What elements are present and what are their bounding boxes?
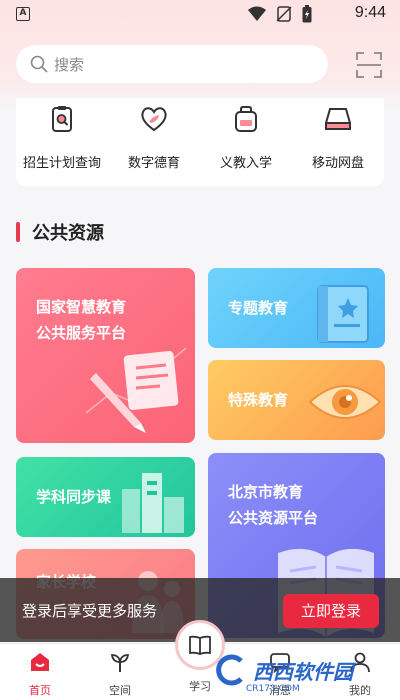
status-bar: A 9:44 bbox=[0, 0, 400, 28]
wifi-icon bbox=[248, 6, 266, 21]
quick-link-digital-moral[interactable]: 数字德育 bbox=[108, 104, 200, 171]
hard-drive-icon bbox=[325, 108, 351, 130]
tab-space[interactable]: 空间 bbox=[90, 650, 150, 698]
heart-leaf-icon bbox=[141, 107, 167, 132]
section-accent-bar bbox=[16, 222, 20, 242]
card-subject-sync-course[interactable]: 学科同步课 bbox=[16, 457, 195, 537]
search-icon bbox=[30, 55, 48, 73]
login-prompt-text: 登录后享受更多服务 bbox=[22, 602, 158, 620]
clock: 9:44 bbox=[354, 4, 386, 21]
battery-icon bbox=[302, 5, 312, 23]
watermark-sub: CR173.COM bbox=[246, 684, 300, 694]
quick-link-compulsory-enrollment[interactable]: 义教入学 bbox=[200, 104, 292, 171]
eye-illustration bbox=[308, 385, 382, 419]
watermark-logo-icon bbox=[216, 654, 243, 686]
quick-links-panel: 招生计划查询 数字德育 义教入学 移动网盘 bbox=[16, 98, 384, 186]
document-pencil-illustration bbox=[86, 347, 187, 433]
quick-link-mobile-disk[interactable]: 移动网盘 bbox=[292, 104, 384, 171]
sprout-icon bbox=[110, 654, 130, 672]
card-special-needs-education[interactable]: 特殊教育 bbox=[208, 360, 385, 440]
login-now-button[interactable]: 立即登录 bbox=[283, 594, 379, 628]
search-placeholder: 搜索 bbox=[54, 55, 85, 74]
card-special-topic-education[interactable]: 专题教育 bbox=[208, 268, 385, 348]
no-sim-icon bbox=[276, 6, 292, 22]
book-icon bbox=[189, 635, 211, 655]
search-input[interactable]: 搜索 bbox=[16, 45, 328, 83]
card-national-smart-education[interactable]: 国家智慧教育 公共服务平台 bbox=[16, 268, 195, 443]
tab-home[interactable]: 首页 bbox=[10, 650, 70, 698]
section-title: 公共资源 bbox=[16, 220, 104, 244]
book-star-illustration bbox=[317, 285, 369, 343]
scan-icon[interactable] bbox=[356, 52, 382, 78]
bar-blocks-illustration bbox=[122, 473, 184, 533]
home-icon bbox=[31, 653, 49, 671]
quick-link-enrollment-plan[interactable]: 招生计划查询 bbox=[16, 104, 108, 171]
clipboard-search-icon bbox=[52, 106, 72, 132]
backpack-icon bbox=[235, 106, 257, 132]
app-notification-icon: A bbox=[16, 7, 30, 21]
